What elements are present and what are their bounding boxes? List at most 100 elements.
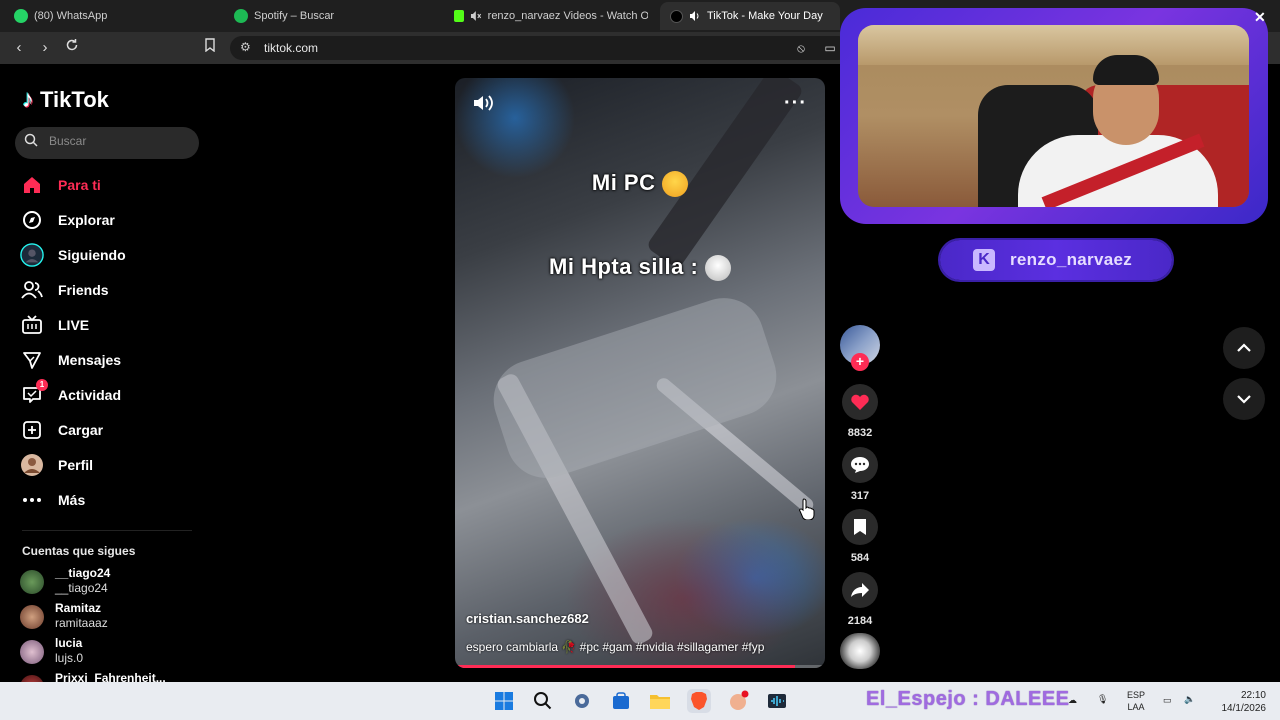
app-notification-icon[interactable] bbox=[726, 689, 750, 713]
video-username[interactable]: cristian.sanchez682 bbox=[466, 611, 589, 626]
reload-button[interactable] bbox=[62, 38, 82, 58]
following-account[interactable]: __tiago24 __tiago24 bbox=[20, 566, 200, 596]
nav-actividad[interactable]: 1 Actividad bbox=[20, 379, 200, 409]
account-avatar bbox=[20, 640, 44, 664]
video-progress-bar[interactable] bbox=[455, 665, 825, 668]
tiktok-icon bbox=[670, 9, 683, 23]
share-count: 2184 bbox=[847, 615, 873, 627]
like-count: 8832 bbox=[847, 427, 873, 439]
account-avatar bbox=[20, 570, 44, 594]
star-eyes-emoji-icon bbox=[662, 171, 689, 198]
speaker-icon bbox=[690, 11, 699, 21]
network-icon[interactable]: ▭ bbox=[1163, 694, 1172, 706]
speaker-icon bbox=[474, 95, 493, 111]
microphone-icon[interactable]: 🎙 bbox=[1097, 693, 1108, 705]
save-button[interactable] bbox=[842, 509, 878, 545]
tab-kick[interactable]: renzo_narvaez Videos - Watch Or bbox=[444, 2, 658, 30]
language-indicator[interactable]: ESP LAA bbox=[1124, 689, 1148, 713]
file-explorer-icon[interactable] bbox=[648, 689, 672, 713]
comment-button[interactable] bbox=[842, 447, 878, 483]
onedrive-icon[interactable]: ☁ bbox=[1068, 694, 1077, 706]
nav-mas[interactable]: Más bbox=[20, 486, 200, 514]
nav-label: Siguiendo bbox=[58, 247, 126, 263]
nav-para-ti[interactable]: Para ti bbox=[20, 171, 200, 199]
nav-live[interactable]: LIVE bbox=[20, 311, 200, 339]
home-icon bbox=[20, 173, 44, 197]
account-name: Prixxi_Fahrenheit... bbox=[55, 671, 166, 682]
nav-cargar[interactable]: Cargar bbox=[20, 416, 200, 444]
caption-text: Mi Hpta silla : bbox=[549, 254, 699, 279]
sidebar: ♪ TikTok Para ti Explorar Siguiendo Frie… bbox=[0, 64, 210, 682]
comment-icon bbox=[851, 457, 869, 473]
close-icon[interactable]: ✕ bbox=[1254, 9, 1266, 26]
site-settings-icon[interactable]: ⚙ bbox=[240, 40, 251, 54]
nav-label: Para ti bbox=[58, 177, 101, 193]
chevron-up-icon bbox=[1237, 343, 1251, 352]
store-icon[interactable] bbox=[609, 689, 633, 713]
more-icon bbox=[20, 488, 44, 512]
following-avatar-icon bbox=[20, 243, 44, 267]
video-more-button[interactable]: ··· bbox=[784, 92, 807, 115]
webcam-person bbox=[1093, 55, 1159, 85]
address-bar[interactable]: ⚙ tiktok.com bbox=[230, 36, 850, 60]
back-button[interactable]: ‹ bbox=[9, 38, 29, 58]
following-account[interactable]: Prixxi_Fahrenheit... bbox=[20, 671, 200, 682]
nav-siguiendo[interactable]: Siguiendo bbox=[20, 241, 200, 269]
tab-tiktok[interactable]: TikTok - Make Your Day bbox=[660, 2, 840, 30]
previous-video-button[interactable] bbox=[1223, 327, 1265, 369]
obs-audio-icon[interactable] bbox=[765, 689, 789, 713]
cast-icon[interactable]: ▭ bbox=[820, 38, 840, 58]
nav-perfil[interactable]: Perfil bbox=[20, 451, 200, 479]
search-box[interactable] bbox=[15, 127, 199, 159]
tab-spotify[interactable]: Spotify – Buscar bbox=[224, 2, 444, 30]
url-text: tiktok.com bbox=[264, 41, 319, 55]
nav-friends[interactable]: Friends bbox=[20, 276, 200, 304]
tab-label: Spotify – Buscar bbox=[254, 10, 335, 22]
nav-label: Friends bbox=[58, 282, 109, 298]
whatsapp-icon bbox=[14, 9, 28, 23]
brave-browser-icon[interactable] bbox=[687, 689, 711, 713]
account-avatar bbox=[20, 675, 44, 682]
bookmark-button[interactable] bbox=[200, 38, 220, 58]
keyboard-layout: LAA bbox=[1127, 702, 1145, 712]
following-account[interactable]: Ramitaz ramitaaaz bbox=[20, 601, 200, 631]
bookmark-icon bbox=[854, 519, 866, 535]
share-button[interactable] bbox=[842, 572, 878, 608]
media-icon[interactable]: ⦸ bbox=[791, 38, 811, 58]
caption-text: Mi PC bbox=[591, 170, 656, 195]
video-progress-fill bbox=[455, 665, 796, 668]
volume-button[interactable] bbox=[473, 94, 495, 117]
live-icon bbox=[20, 313, 44, 337]
nav-label: Explorar bbox=[58, 212, 115, 228]
next-video-button[interactable] bbox=[1223, 378, 1265, 420]
follow-button[interactable]: + bbox=[851, 353, 869, 371]
hand-cursor-icon bbox=[799, 498, 815, 520]
video-description[interactable]: espero cambiarla 🥀 #pc #gam #nvidia #sil… bbox=[466, 640, 764, 654]
taskbar bbox=[0, 682, 1280, 720]
nav-explorar[interactable]: Explorar bbox=[20, 206, 200, 234]
tiktok-note-icon: ♪ bbox=[22, 86, 34, 113]
comment-count: 317 bbox=[850, 490, 870, 502]
settings-gear-icon[interactable] bbox=[570, 689, 594, 713]
like-button[interactable] bbox=[842, 384, 878, 420]
following-account[interactable]: lucia lujs.0 bbox=[20, 636, 200, 666]
system-clock[interactable]: 22:10 14/1/2026 bbox=[1206, 689, 1267, 715]
music-disc-icon[interactable] bbox=[840, 633, 880, 669]
forward-button[interactable]: › bbox=[35, 38, 55, 58]
tab-label: renzo_narvaez Videos - Watch Or bbox=[487, 10, 648, 22]
search-input[interactable] bbox=[49, 134, 189, 148]
clock-time: 22:10 bbox=[1240, 690, 1266, 701]
nav-mensajes[interactable]: Mensajes bbox=[20, 346, 200, 374]
tiktok-logo[interactable]: ♪ TikTok bbox=[22, 86, 109, 114]
account-name: Ramitaz bbox=[55, 601, 102, 615]
tab-whatsapp[interactable]: (80) WhatsApp bbox=[4, 2, 224, 30]
video-player[interactable]: ··· Mi PC Mi Hpta silla : cristian.sanch… bbox=[455, 78, 825, 668]
upload-icon bbox=[20, 418, 44, 442]
search-icon[interactable] bbox=[531, 689, 555, 713]
webcam-feed bbox=[858, 25, 1249, 207]
chevron-down-icon bbox=[1237, 395, 1251, 404]
stream-chat-message: El_Espejo : DALEEE bbox=[866, 688, 1070, 710]
volume-icon[interactable]: 🔈 bbox=[1184, 693, 1195, 705]
windows-start-icon[interactable] bbox=[492, 689, 516, 713]
save-count: 584 bbox=[850, 552, 870, 564]
